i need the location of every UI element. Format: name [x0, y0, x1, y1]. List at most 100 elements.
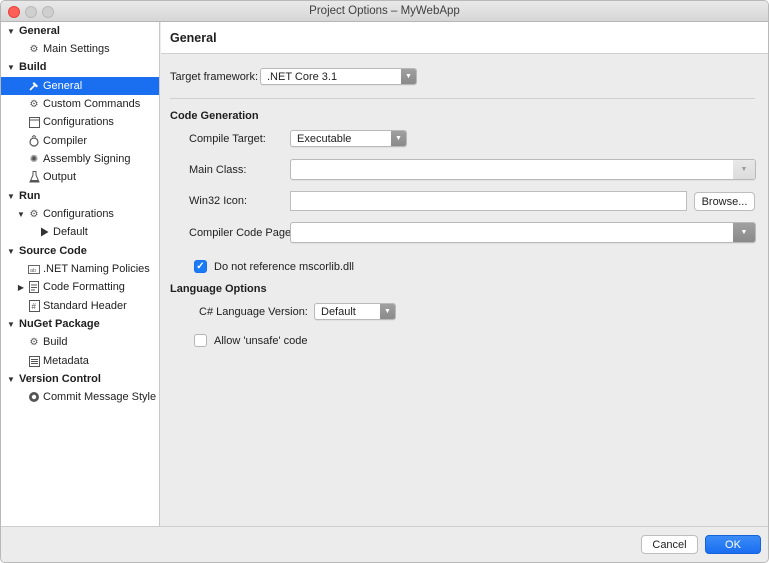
- sidebar-item-build-configurations[interactable]: Configurations: [1, 113, 159, 131]
- naming-icon: ab: [28, 263, 40, 275]
- window-icon: [28, 116, 40, 128]
- sidebar-item-label: Code Formatting: [43, 281, 125, 293]
- sidebar-group-label: Build: [19, 61, 47, 73]
- sidebar-item-metadata[interactable]: Metadata: [1, 352, 159, 370]
- sidebar-item-label: Compiler: [43, 135, 88, 147]
- options-main-panel: General Target framework: .NET Core 3.1 …: [161, 22, 768, 526]
- sidebar-item-nuget-build[interactable]: ⚙ Build: [1, 333, 159, 351]
- code-generation-heading: Code Generation: [170, 110, 259, 122]
- disclosure-expanded-icon[interactable]: ▼: [6, 26, 16, 36]
- seal-icon: ✺: [29, 153, 39, 165]
- sidebar-group-run[interactable]: ▼ Run: [1, 187, 159, 205]
- sidebar-item-label: Main Settings: [43, 43, 110, 55]
- sidebar-item-label: Output: [43, 171, 77, 183]
- sidebar-item-code-formatting[interactable]: ▶ Code Formatting: [1, 278, 159, 296]
- win32-icon-input[interactable]: [290, 191, 687, 211]
- csharp-version-select[interactable]: Default ▼: [314, 303, 396, 320]
- disclosure-collapsed-icon[interactable]: ▶: [16, 282, 26, 292]
- sidebar-group-label: Source Code: [19, 245, 87, 257]
- compile-target-label: Compile Target:: [189, 133, 266, 145]
- sidebar-item-commit-message-style[interactable]: Commit Message Style: [1, 388, 159, 406]
- target-framework-select[interactable]: .NET Core 3.1 ▼: [260, 68, 417, 85]
- browse-button[interactable]: Browse...: [694, 192, 755, 211]
- flask-icon: [28, 171, 40, 183]
- play-icon: [38, 226, 50, 238]
- sidebar-group-source-code[interactable]: ▼ Source Code: [1, 242, 159, 260]
- sidebar-item-custom-commands[interactable]: ⚙ Custom Commands: [1, 95, 159, 113]
- sidebar-item-label: General: [43, 80, 83, 92]
- compiler-icon: [28, 135, 40, 147]
- disclosure-expanded-icon[interactable]: ▼: [16, 209, 26, 219]
- svg-text:ab: ab: [30, 268, 36, 274]
- sidebar-item-standard-header[interactable]: # Standard Header: [1, 297, 159, 315]
- gear-icon: ⚙: [29, 98, 39, 110]
- csharp-version-label: C# Language Version:: [199, 306, 308, 318]
- disclosure-expanded-icon[interactable]: ▼: [6, 374, 16, 384]
- sidebar-item-naming-policies[interactable]: ab .NET Naming Policies: [1, 260, 159, 278]
- sidebar-group-build[interactable]: ▼ Build: [1, 58, 159, 76]
- no-mscorlib-label[interactable]: Do not reference mscorlib.dll: [214, 261, 354, 273]
- sidebar-item-build-general[interactable]: General: [1, 77, 159, 95]
- compiler-code-page-label: Compiler Code Page:: [189, 227, 295, 239]
- gear-icon: ⚙: [29, 43, 39, 55]
- chevron-down-icon: ▼: [401, 69, 416, 84]
- csharp-version-value: Default: [321, 306, 356, 318]
- sidebar-item-main-settings[interactable]: ⚙ Main Settings: [1, 40, 159, 58]
- ok-button[interactable]: OK: [705, 535, 761, 554]
- no-mscorlib-checkbox[interactable]: ✓: [194, 260, 207, 273]
- sidebar-item-label: Configurations: [43, 116, 114, 128]
- language-options-heading: Language Options: [170, 283, 267, 295]
- checkmark-icon: ✓: [196, 261, 205, 272]
- disclosure-expanded-icon[interactable]: ▼: [6, 246, 16, 256]
- compile-target-select[interactable]: Executable ▼: [290, 130, 407, 147]
- allow-unsafe-label[interactable]: Allow 'unsafe' code: [214, 335, 307, 347]
- chevron-down-icon: ▼: [380, 304, 395, 319]
- page-title: General: [170, 31, 217, 45]
- sidebar-item-label: .NET Naming Policies: [43, 263, 150, 275]
- svg-text:#: #: [31, 302, 36, 311]
- sidebar-item-label: Default: [53, 226, 88, 238]
- sidebar-group-general[interactable]: ▼ General: [1, 22, 159, 40]
- sidebar-group-label: Version Control: [19, 373, 101, 385]
- sidebar-item-label: Configurations: [43, 208, 114, 220]
- main-class-label: Main Class:: [189, 164, 247, 176]
- disclosure-expanded-icon[interactable]: ▼: [6, 191, 16, 201]
- target-framework-label: Target framework:: [170, 71, 259, 83]
- list-icon: [28, 355, 40, 367]
- sidebar-item-label: Metadata: [43, 355, 89, 367]
- sidebar-item-compiler[interactable]: Compiler: [1, 132, 159, 150]
- dialog-button-bar: Cancel OK: [1, 526, 768, 562]
- gear-icon: ⚙: [29, 336, 39, 348]
- disclosure-expanded-icon[interactable]: ▼: [6, 319, 16, 329]
- sidebar-item-label: Assembly Signing: [43, 153, 131, 165]
- chevron-down-icon: ▼: [733, 160, 755, 179]
- sidebar-group-label: General: [19, 25, 60, 37]
- chevron-down-icon: ▼: [391, 131, 406, 146]
- sidebar-group-label: NuGet Package: [19, 318, 100, 330]
- sidebar-item-label: Standard Header: [43, 300, 127, 312]
- project-options-window: Project Options – MyWebApp ▼ General ⚙ M…: [0, 0, 769, 563]
- target-framework-value: .NET Core 3.1: [267, 71, 338, 83]
- sidebar-item-label: Commit Message Style: [43, 391, 157, 403]
- hammer-icon: [28, 80, 40, 92]
- sidebar-group-nuget-package[interactable]: ▼ NuGet Package: [1, 315, 159, 333]
- sidebar-item-default[interactable]: Default: [1, 223, 159, 241]
- gear-icon: ⚙: [29, 208, 39, 220]
- sidebar-group-version-control[interactable]: ▼ Version Control: [1, 370, 159, 388]
- document-icon: [28, 281, 40, 293]
- compiler-code-page-combobox[interactable]: ▼: [290, 222, 756, 243]
- allow-unsafe-checkbox[interactable]: [194, 334, 207, 347]
- win32-icon-label: Win32 Icon:: [189, 195, 248, 207]
- sidebar-item-output[interactable]: Output: [1, 168, 159, 186]
- main-class-combobox[interactable]: ▼: [290, 159, 756, 180]
- chevron-down-icon: ▼: [733, 223, 755, 242]
- panel-header: General: [161, 22, 768, 54]
- compile-target-value: Executable: [297, 133, 352, 145]
- window-title: Project Options – MyWebApp: [309, 5, 460, 17]
- title-bar: Project Options – MyWebApp: [1, 1, 768, 22]
- disclosure-expanded-icon[interactable]: ▼: [6, 62, 16, 72]
- sidebar-item-assembly-signing[interactable]: ✺ Assembly Signing: [1, 150, 159, 168]
- cancel-button[interactable]: Cancel: [641, 535, 698, 554]
- sidebar-item-label: Build: [43, 336, 68, 348]
- sidebar-item-run-configurations[interactable]: ▼ ⚙ Configurations: [1, 205, 159, 223]
